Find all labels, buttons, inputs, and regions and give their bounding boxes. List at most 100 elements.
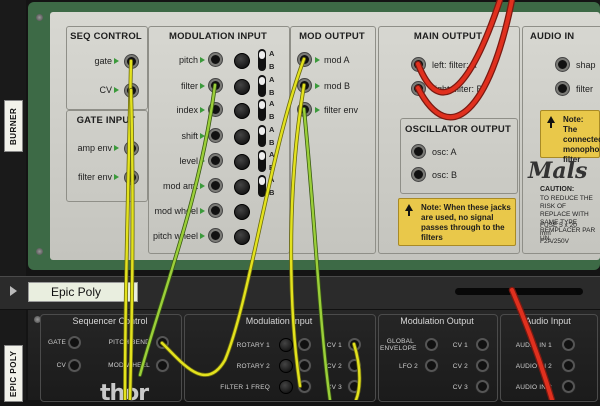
mod-in-mod-amt-knob[interactable] [234, 179, 250, 195]
arrow-icon [315, 107, 320, 113]
thor-pitch-bend-jack[interactable] [156, 336, 169, 349]
arrow-icon [200, 183, 205, 189]
thor-mod-in-cv2-jack[interactable] [348, 359, 361, 372]
thor-mod-out-cv3-jack[interactable] [476, 380, 489, 393]
thor-rotary-2-label: ROTARY 2 [236, 363, 270, 370]
thor-mod-in-cv1-label: CV 1 [326, 342, 342, 349]
arrow-icon [114, 87, 119, 93]
mod-in-mod-amt-label: mod amt [162, 181, 198, 191]
thor-global-envelope-jack[interactable] [425, 338, 438, 351]
switch-b-label: B [269, 163, 275, 172]
mod-in-pitch-ab-switch[interactable] [258, 49, 266, 71]
mod-in-mod-wheel-jack[interactable] [209, 204, 222, 217]
thor-cv-jack[interactable] [68, 359, 81, 372]
main-out-left-label: left: filter: A [432, 60, 477, 70]
mod-in-filter-knob[interactable] [234, 79, 250, 95]
switch-a-label: A [269, 75, 275, 84]
mod-in-filter-ab-switch[interactable] [258, 75, 266, 97]
mod-in-shift-knob[interactable] [234, 129, 250, 145]
thor-gate-label: GATE [47, 339, 66, 346]
thor-mod-wheel-label: MOD WHEEL [108, 362, 150, 369]
thor-mod-out-cv3-label: CV 3 [452, 384, 468, 391]
mod-in-shift-jack[interactable] [209, 129, 222, 142]
note-text: Note: When these jacks are used, no sign… [421, 203, 511, 242]
thor-rotary-1-jack[interactable] [298, 338, 311, 351]
arrow-icon [315, 83, 320, 89]
fold-arrow-icon[interactable] [10, 286, 17, 296]
thor-rotary-1-knob[interactable] [279, 338, 293, 352]
switch-b-label: B [269, 188, 275, 197]
mod-in-mod-wheel-label: mod wheel [154, 206, 198, 216]
device-name-tape[interactable]: Epic Poly [28, 282, 138, 302]
mod-output-title: MOD OUTPUT [299, 31, 365, 42]
mod-in-mod-wheel-knob[interactable] [234, 204, 250, 220]
thor-rotary-2-jack[interactable] [298, 359, 311, 372]
thor-audio-in-3-jack[interactable] [562, 380, 575, 393]
epic-poly-device-label[interactable]: EPIC POLY [4, 345, 23, 402]
mod-in-level-knob[interactable] [234, 154, 250, 170]
mod-in-index-knob[interactable] [234, 103, 250, 119]
mod-out-mod-a-jack[interactable] [298, 53, 311, 66]
arrow-icon [200, 233, 205, 239]
thor-mod-in-cv1-jack[interactable] [348, 338, 361, 351]
mod-in-mod-amt-jack[interactable] [209, 179, 222, 192]
thor-mod-in-cv3-label: CV 3 [326, 384, 342, 391]
rack-screw [36, 248, 43, 255]
malstrom-logo: Mals [528, 158, 588, 184]
arrow-up-icon [547, 116, 555, 123]
switch-a-label: A [269, 175, 275, 184]
oscillator-output-title: OSCILLATOR OUTPUT [405, 124, 511, 135]
osc-b-out-jack[interactable] [412, 168, 425, 181]
mod-in-shift-ab-switch[interactable] [258, 125, 266, 147]
thor-mod-out-cv1-jack[interactable] [476, 338, 489, 351]
thor-sequencer-control-title: Sequencer Control [72, 316, 148, 326]
mod-in-mod-amt-ab-switch[interactable] [258, 175, 266, 197]
main-out-left-jack[interactable] [412, 58, 425, 71]
mod-in-pitch-jack[interactable] [209, 53, 222, 66]
mod-out-filter-env-jack[interactable] [298, 103, 311, 116]
mod-in-pitch-wheel-jack[interactable] [209, 229, 222, 242]
thor-audio-in-1-label: AUDIO IN 1 [515, 342, 552, 349]
thor-gate-jack[interactable] [68, 336, 81, 349]
mod-out-mod-b-label: mod B [324, 81, 351, 91]
burner-device-label[interactable]: BURNER [4, 100, 23, 152]
thor-audio-in-2-jack[interactable] [562, 359, 575, 372]
device-name-text: Epic Poly [51, 285, 102, 299]
mod-in-index-ab-switch[interactable] [258, 99, 266, 121]
audio-in-shaper-jack[interactable] [556, 58, 569, 71]
audio-in-filter-jack[interactable] [556, 82, 569, 95]
mod-in-pitch-knob[interactable] [234, 53, 250, 69]
thor-mod-wheel-jack[interactable] [156, 359, 169, 372]
arrow-icon [200, 208, 205, 214]
thor-rotary-1-label: ROTARY 1 [236, 342, 270, 349]
mod-in-level-jack[interactable] [209, 154, 222, 167]
amp-env-jack[interactable] [125, 142, 138, 155]
modulation-input-title: MODULATION INPUT [168, 31, 267, 42]
thor-audio-in-1-jack[interactable] [562, 338, 575, 351]
main-out-right-jack[interactable] [412, 82, 425, 95]
mod-in-level-ab-switch[interactable] [258, 150, 266, 172]
caution-title: CAUTION: [540, 186, 575, 193]
thor-filter-1-freq-jack[interactable] [298, 380, 311, 393]
thor-lfo2-jack[interactable] [425, 359, 438, 372]
thor-filter-1-freq-knob[interactable] [279, 380, 293, 394]
thor-mod-in-cv3-jack[interactable] [348, 380, 361, 393]
mod-out-mod-b-jack[interactable] [298, 79, 311, 92]
osc-a-out-jack[interactable] [412, 145, 425, 158]
filter-env-gate-jack[interactable] [125, 171, 138, 184]
arrow-up-icon [405, 204, 413, 211]
seq-control-title: SEQ CONTROL [70, 31, 142, 42]
arrow-icon [315, 57, 320, 63]
switch-a-label: A [269, 150, 275, 159]
seq-gate-jack[interactable] [125, 55, 138, 68]
seq-cv-jack[interactable] [125, 84, 138, 97]
switch-b-label: B [269, 88, 275, 97]
mod-in-index-jack[interactable] [209, 103, 222, 116]
mod-in-filter-jack[interactable] [209, 79, 222, 92]
thor-mod-out-cv2-jack[interactable] [476, 359, 489, 372]
thor-pitch-bend-label: PITCH BEND [108, 339, 150, 346]
thor-rotary-2-knob[interactable] [279, 359, 293, 373]
osc-b-out-label: osc: B [432, 170, 458, 180]
mod-in-pitch-wheel-knob[interactable] [234, 229, 250, 245]
mod-in-shift-label: shift [181, 131, 198, 141]
